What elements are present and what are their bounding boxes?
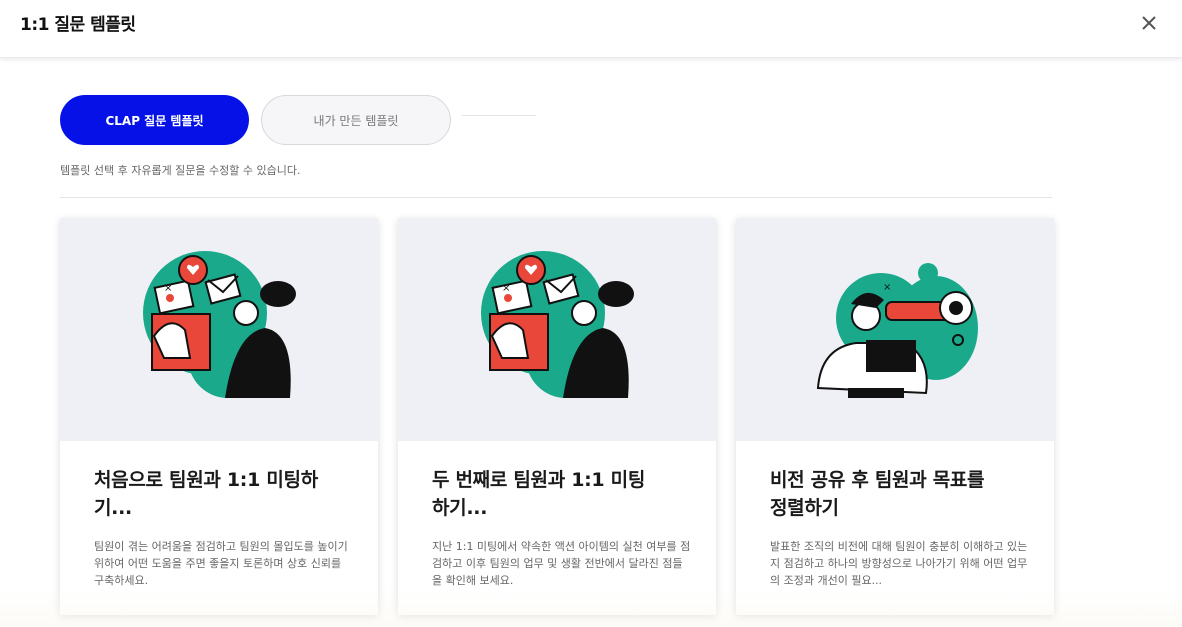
template-card-first-meeting[interactable]: × 처음으로 팀원과 1:1 미팅하 기... 팀원이 겪는 어려움을 점검하고… [60, 218, 378, 615]
tab-divider [462, 115, 536, 116]
card-title: 비전 공유 후 팀원과 목표를 정렬하기 [770, 469, 985, 519]
section-divider [60, 197, 1052, 198]
close-button[interactable] [1136, 10, 1162, 36]
card-image: × [736, 218, 1054, 441]
card-description: 지난 1:1 미팅에서 약속한 액션 아이템의 실천 여부를 점검하고 이후 팀… [432, 540, 691, 587]
svg-text:×: × [883, 282, 891, 293]
tab-clap-templates[interactable]: CLAP 질문 템플릿 [60, 95, 249, 145]
template-card-vision-alignment[interactable]: × 비전 공유 후 팀원과 목표를 정렬하기 발표한 조직의 비전에 대해 팀원… [736, 218, 1054, 615]
person-with-mail-heart-illustration: × [481, 251, 634, 398]
card-title: 두 번째로 팀원과 1:1 미팅 하기... [432, 469, 646, 519]
tab-my-templates[interactable]: 내가 만든 템플릿 [261, 95, 451, 145]
modal-header: 1:1 질문 템플릿 [0, 0, 1182, 58]
person-with-mail-heart-illustration: × [143, 251, 296, 398]
template-hint: 템플릿 선택 후 자유롭게 질문을 수정할 수 있습니다. [60, 164, 301, 177]
card-description: 팀원이 겪는 어려움을 점검하고 팀원의 몰입도를 높이기 위하여 어떤 도움을… [94, 540, 348, 587]
card-image: × [60, 218, 378, 441]
card-image: × [398, 218, 716, 441]
card-title: 처음으로 팀원과 1:1 미팅하 기... [94, 469, 318, 519]
person-with-telescope-illustration: × [816, 263, 978, 398]
close-icon [1142, 16, 1156, 30]
template-card-second-meeting[interactable]: × 두 번째로 팀원과 1:1 미팅 하기... 지난 1:1 미팅에서 약속한… [398, 218, 716, 615]
svg-text:×: × [502, 283, 510, 294]
modal-title: 1:1 질문 템플릿 [20, 15, 136, 35]
svg-text:×: × [164, 283, 172, 294]
card-description: 발표한 조직의 비전에 대해 팀원이 충분히 이해하고 있는지 점검하고 하나의… [770, 540, 1028, 587]
